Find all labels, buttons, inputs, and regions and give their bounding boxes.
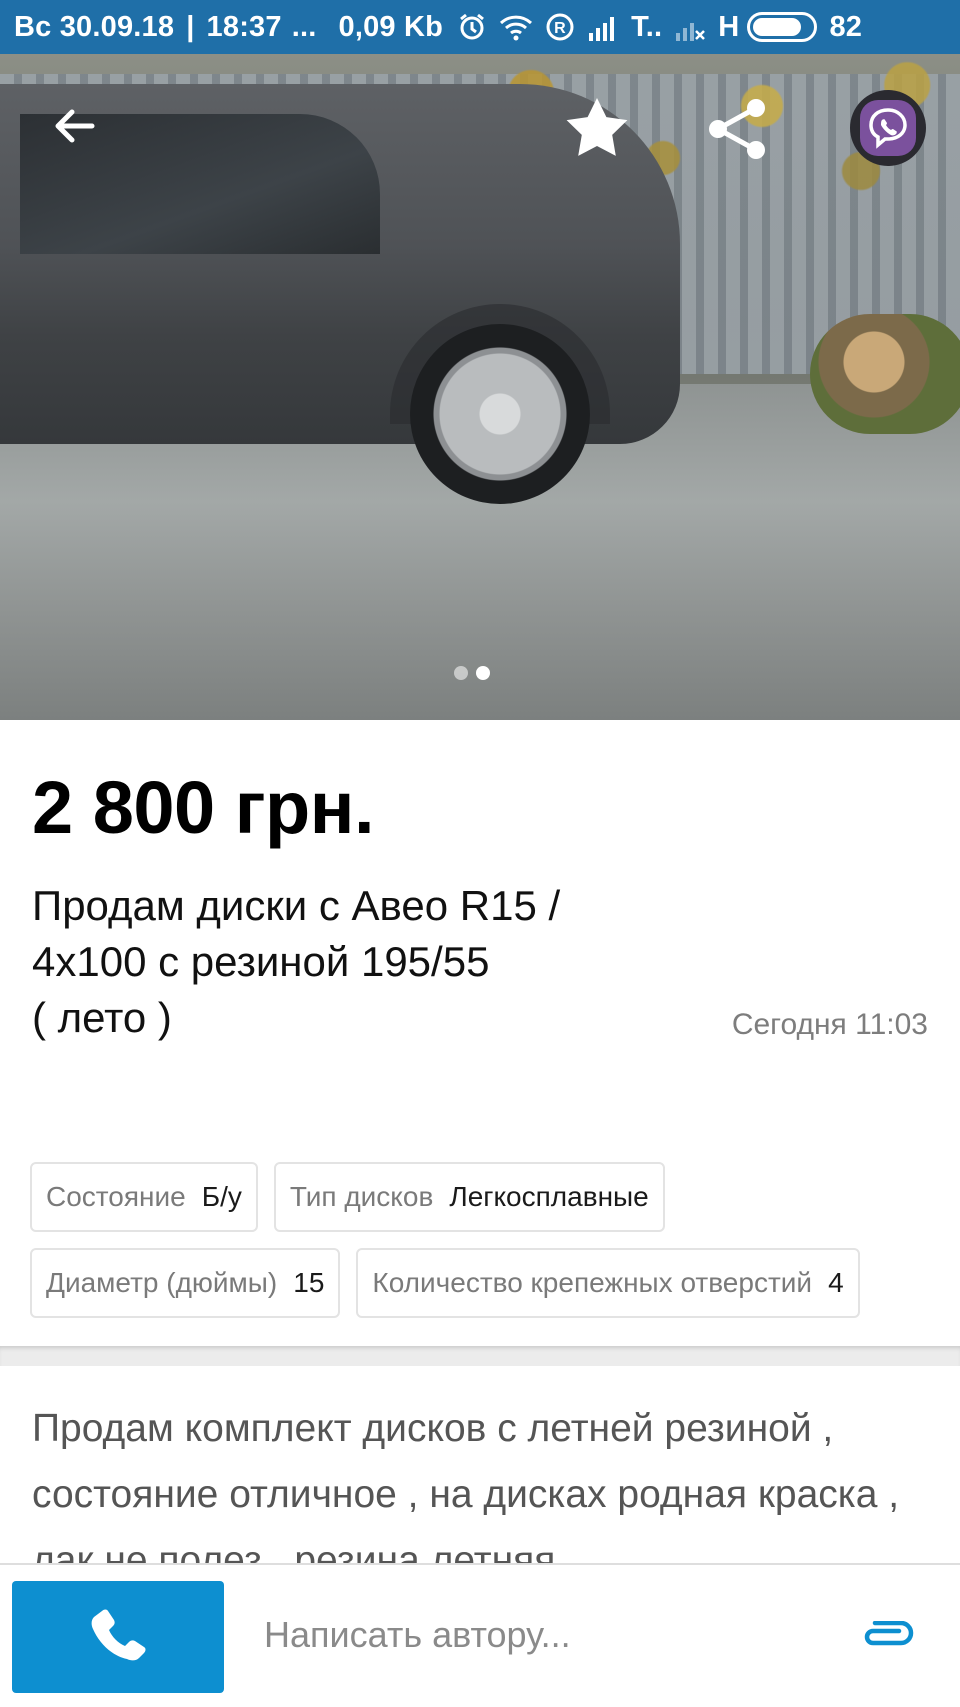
battery-icon (747, 12, 818, 42)
status-network-type: H (718, 10, 740, 43)
photo-wheel (410, 324, 590, 504)
param-key: Диаметр (дюймы) (46, 1267, 278, 1298)
status-network-speed: 0,09 Kb (338, 10, 444, 43)
status-date: Вс 30.09.18 (14, 10, 175, 43)
photo-gallery[interactable] (0, 54, 960, 720)
alarm-icon (460, 13, 484, 40)
status-separator: | (186, 10, 195, 43)
viber-button[interactable] (850, 90, 926, 166)
listing-price: 2 800 грн. (32, 766, 375, 849)
status-time: 18:37 (206, 10, 282, 43)
param-key: Состояние (46, 1181, 186, 1212)
phone-icon (91, 1609, 146, 1661)
status-bar: Вс 30.09.18 | 18:37 ... 0,09 Kb R T.. H … (0, 0, 960, 54)
status-ellipsis: ... (291, 10, 317, 43)
viber-icon (860, 100, 916, 156)
params-row: Диаметр (дюймы) 15 Количество крепежных … (30, 1248, 930, 1318)
param-value: 4 (828, 1267, 844, 1298)
params-row: Состояние Б/у Тип дисков Легкосплавные (30, 1162, 930, 1232)
star-icon (566, 98, 628, 156)
status-icons: R T.. H (457, 11, 739, 44)
call-button[interactable] (12, 1581, 224, 1693)
share-button[interactable] (700, 92, 774, 166)
param-chip: Количество крепежных отверстий 4 (356, 1248, 860, 1318)
param-key: Тип дисков (289, 1181, 434, 1212)
params-list: Состояние Б/у Тип дисков Легкосплавные Д… (30, 1162, 930, 1334)
listing-date: Сегодня 11:03 (731, 1008, 928, 1041)
gallery-dot (454, 666, 468, 680)
svg-text:R: R (554, 20, 566, 37)
paperclip-icon (864, 1621, 914, 1646)
signal-off-icon (676, 23, 706, 41)
photo-stump (810, 314, 960, 434)
param-chip: Состояние Б/у (30, 1162, 258, 1232)
battery-level (753, 18, 801, 36)
wifi-icon (500, 15, 533, 41)
gallery-dot (476, 666, 490, 680)
listing-description: Продам комплект дисков с летней резиной … (32, 1407, 900, 1564)
listing-title: Продам диски с Авео R15 / 4х100 с резино… (32, 882, 561, 1041)
message-author-input[interactable] (264, 1605, 824, 1665)
param-value: Б/у (201, 1181, 242, 1212)
battery-percent: 82 (829, 10, 863, 43)
param-value: Легкосплавные (449, 1181, 649, 1212)
roaming-icon: R (546, 13, 574, 41)
param-chip: Диаметр (дюймы) 15 (30, 1248, 341, 1318)
favorite-button[interactable] (562, 92, 632, 162)
param-key: Количество крепежных отверстий (372, 1267, 813, 1298)
bottom-action-bar (0, 1563, 960, 1707)
listing-screen: Вс 30.09.18 | 18:37 ... 0,09 Kb R T.. H … (0, 0, 960, 1707)
back-arrow-icon (55, 109, 95, 143)
section-divider (0, 1346, 960, 1366)
param-value: 15 (293, 1267, 325, 1298)
attach-button[interactable] (858, 1613, 916, 1661)
back-button[interactable] (42, 94, 106, 158)
share-icon (709, 99, 765, 159)
status-carrier: T.. (631, 10, 663, 43)
param-chip: Тип дисков Легкосплавные (273, 1162, 665, 1232)
signal-icon (589, 17, 615, 41)
gallery-pagination (454, 666, 490, 680)
